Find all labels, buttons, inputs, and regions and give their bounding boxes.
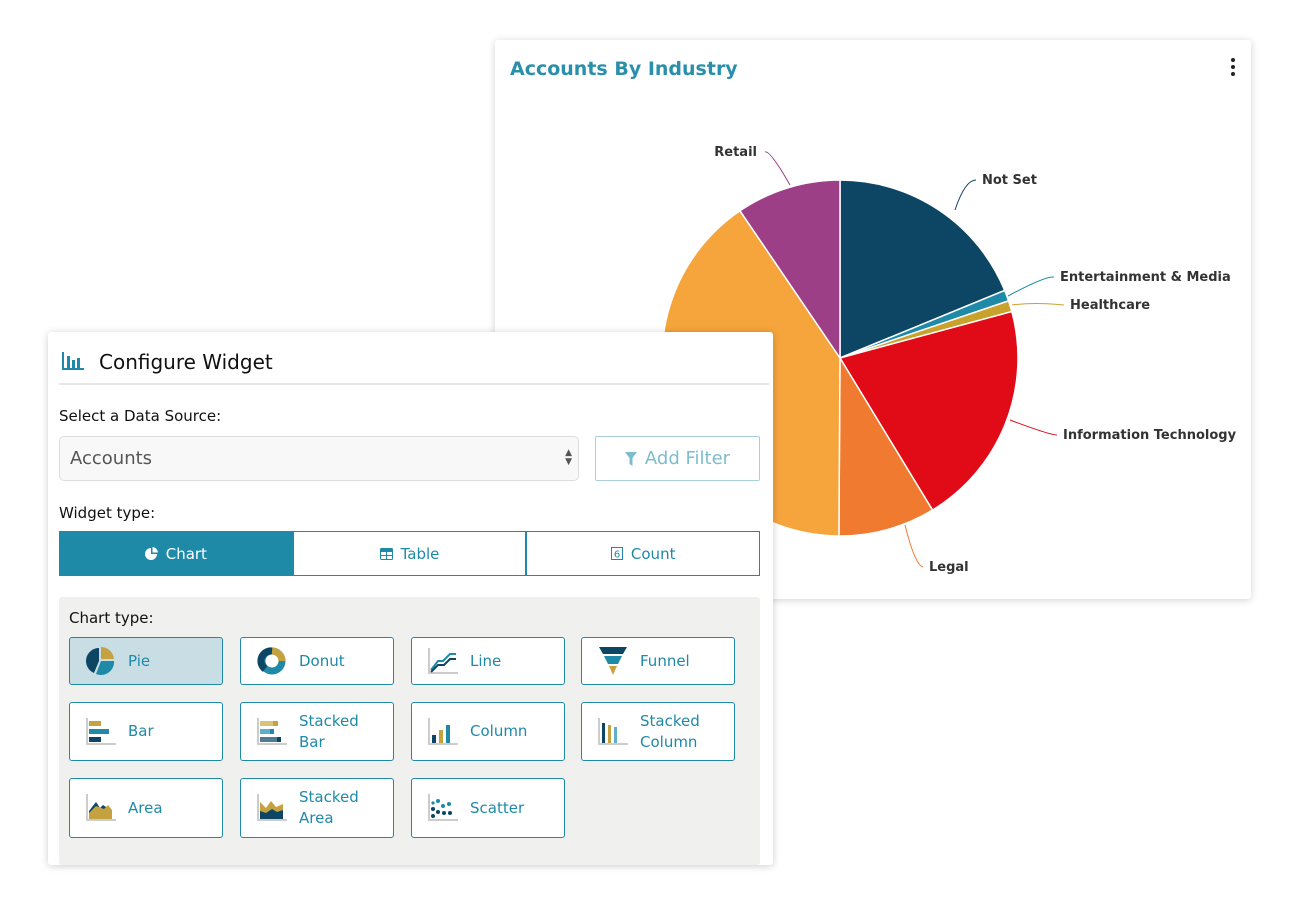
chart-type-pie[interactable]: Pie (69, 637, 223, 685)
slice-label: Entertainment & Media (1060, 270, 1231, 285)
pie-icon (144, 547, 158, 560)
chart-type-label-text: Donut (299, 651, 345, 670)
widget-type-label: Widget type: (59, 504, 156, 522)
chart-type-area[interactable]: Area (69, 778, 223, 838)
chart-type-label-text: Line (470, 651, 502, 670)
chart-type-label-text: Scatter (470, 798, 525, 817)
chart-type-stacked-bar[interactable]: Stacked Bar (240, 702, 394, 761)
chart-type-label-text: Stacked Column (640, 711, 700, 751)
data-source-value: Accounts (70, 448, 153, 469)
column-chart-icon (428, 717, 458, 745)
stacked-column-chart-icon (598, 717, 628, 745)
chart-type-column[interactable]: Column (411, 702, 565, 761)
line-chart-icon (428, 648, 458, 674)
data-source-label: Select a Data Source: (59, 407, 222, 425)
chart-type-label-text: Bar (128, 722, 154, 740)
leader-line (1009, 419, 1058, 436)
chart-type-label-text: Area (128, 798, 163, 817)
bar-chart-icon (86, 717, 116, 745)
panel-title: Configure Widget (99, 350, 273, 374)
divider (59, 383, 769, 385)
add-filter-button[interactable]: Add Filter (595, 436, 760, 481)
chart-type-label-text: Column (470, 722, 528, 740)
chart-type-line[interactable]: Line (411, 637, 565, 685)
chart-type-stacked-column[interactable]: Stacked Column (581, 702, 735, 761)
tab-label: Chart (165, 544, 207, 563)
count-icon: 6 (610, 547, 623, 561)
table-icon (379, 547, 393, 560)
configure-widget-panel: Configure Widget Select a Data Source: A… (48, 332, 773, 865)
area-chart-icon (86, 794, 116, 821)
leader-line (954, 179, 977, 211)
scatter-chart-icon (428, 794, 458, 821)
bar-chart-icon (62, 352, 84, 370)
donut-chart-icon (257, 647, 286, 675)
slice-label: Retail (714, 145, 757, 160)
sort-arrows-icon: ▲ ▼ (565, 448, 572, 467)
funnel-chart-icon (599, 647, 627, 675)
tab-table[interactable]: Table (291, 532, 526, 575)
chart-type-funnel[interactable]: Funnel (581, 637, 735, 685)
widget-type-tabs: Chart Table 6 Count (59, 531, 760, 576)
add-filter-label: Add Filter (644, 448, 731, 469)
chart-type-label: Chart type: (69, 609, 154, 627)
chart-type-bar[interactable]: Bar (69, 702, 223, 761)
leader-line (1007, 276, 1055, 297)
filter-icon (624, 451, 637, 466)
tab-chart[interactable]: Chart (60, 532, 292, 575)
pie-chart-icon (86, 646, 115, 676)
data-source-select[interactable]: Accounts ▲ ▼ (59, 436, 579, 481)
slice-label: Legal (929, 560, 969, 575)
chart-type-scatter[interactable]: Scatter (411, 778, 565, 838)
tab-label: Count (630, 544, 676, 563)
chart-type-stacked-area[interactable]: Stacked Area (240, 778, 394, 838)
chart-type-label-text: Stacked Area (299, 788, 359, 827)
tab-count[interactable]: 6 Count (525, 532, 759, 575)
leader-line (1011, 303, 1065, 306)
leader-line (764, 151, 791, 186)
chart-type-donut[interactable]: Donut (240, 637, 394, 685)
stacked-area-chart-icon (257, 794, 287, 821)
leader-line (904, 524, 924, 568)
chart-type-label-text: Funnel (640, 651, 690, 670)
chart-type-label-text: Pie (128, 651, 151, 670)
chart-type-label-text: Stacked Bar (299, 711, 359, 751)
tab-label: Table (400, 544, 440, 563)
slice-label: Healthcare (1070, 298, 1150, 313)
slice-label: Information Technology (1063, 428, 1237, 443)
svg-text:6: 6 (614, 550, 620, 561)
slice-label: Not Set (982, 173, 1037, 188)
chart-type-section: Chart type: Pie Donut Line Funnel Bar St… (59, 597, 760, 865)
stacked-bar-chart-icon (257, 717, 287, 745)
